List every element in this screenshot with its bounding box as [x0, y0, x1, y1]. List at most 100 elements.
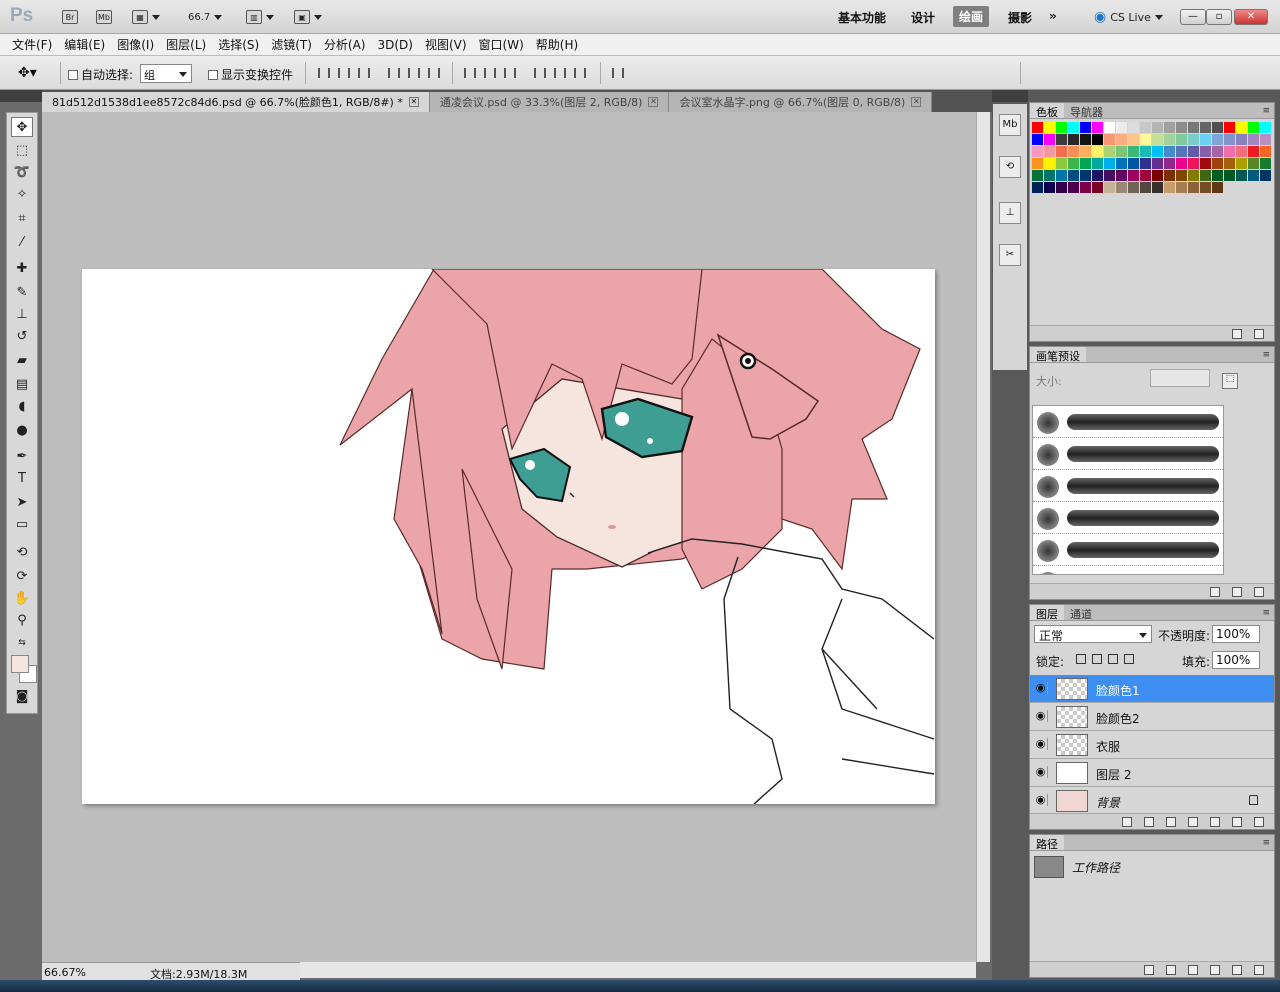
color-swatch[interactable]	[1176, 182, 1187, 193]
color-swatch[interactable]	[1068, 182, 1079, 193]
eye-icon[interactable]: ◉	[1034, 682, 1048, 694]
color-swatch[interactable]	[1212, 134, 1223, 145]
panel-menu-icon[interactable]: ≡	[1262, 608, 1270, 618]
menu-help[interactable]: 帮助(H)	[536, 36, 578, 53]
workspace-design[interactable]: 设计	[911, 9, 935, 26]
toolbox-header[interactable]	[0, 90, 42, 102]
brush-preset-item[interactable]	[1033, 406, 1223, 438]
color-swatch[interactable]	[1176, 122, 1187, 133]
color-swatch[interactable]	[1032, 134, 1043, 145]
color-swatch[interactable]	[1152, 158, 1163, 169]
color-swatch[interactable]	[1224, 170, 1235, 181]
horizontal-scrollbar[interactable]	[300, 962, 976, 978]
blend-mode-dropdown[interactable]: 正常	[1034, 625, 1152, 643]
color-swatch[interactable]	[1056, 182, 1067, 193]
color-swatch[interactable]	[1188, 182, 1199, 193]
tool-presets-panel-icon[interactable]: ✂	[999, 244, 1021, 266]
color-swatch[interactable]	[1152, 122, 1163, 133]
align-left-icon[interactable]	[388, 68, 400, 78]
color-swatch[interactable]	[1140, 170, 1151, 181]
layer-row[interactable]: ◉ 脸颜色1	[1030, 675, 1274, 703]
color-swatch[interactable]	[1152, 170, 1163, 181]
color-swatch[interactable]	[1188, 122, 1199, 133]
menu-file[interactable]: 文件(F)	[12, 36, 52, 53]
dodge-tool-icon[interactable]: ●	[11, 421, 33, 441]
color-swatch[interactable]	[1092, 170, 1103, 181]
workspace-painting[interactable]: 绘画	[953, 6, 990, 27]
color-swatch[interactable]	[1260, 170, 1271, 181]
color-swatch[interactable]	[1200, 182, 1211, 193]
color-swatch[interactable]	[1080, 146, 1091, 157]
color-swatch[interactable]	[1152, 182, 1163, 193]
brush-tool-icon[interactable]: ✎	[11, 283, 33, 303]
color-swatch[interactable]	[1176, 146, 1187, 157]
make-path-icon[interactable]	[1210, 964, 1220, 975]
tab-navigator[interactable]: 导航器	[1064, 103, 1109, 119]
distribute-hcenter-icon[interactable]	[554, 68, 566, 78]
color-swatch[interactable]	[1188, 134, 1199, 145]
align-bottom-icon[interactable]	[358, 68, 370, 78]
brush-preset-item[interactable]	[1033, 438, 1223, 470]
align-vcenter-icon[interactable]	[338, 68, 350, 78]
panel-menu-icon[interactable]: ≡	[1262, 838, 1270, 848]
color-swatch[interactable]	[1152, 146, 1163, 157]
color-swatch[interactable]	[1116, 134, 1127, 145]
color-swatch[interactable]	[1068, 122, 1079, 133]
mini-bridge-button[interactable]: Mb	[96, 8, 112, 26]
clone-source-panel-icon[interactable]: ⊥	[999, 202, 1021, 224]
color-swatch[interactable]	[1140, 146, 1151, 157]
tab-document-3[interactable]: 会议室水晶字.png @ 66.7%(图层 0, RGB/8) ✕	[669, 92, 933, 112]
color-swatch[interactable]	[1044, 158, 1055, 169]
color-swatch[interactable]	[1092, 146, 1103, 157]
color-swatch[interactable]	[1164, 170, 1175, 181]
tab-layers[interactable]: 图层	[1030, 605, 1064, 621]
color-swatch[interactable]	[1104, 158, 1115, 169]
color-swatch[interactable]	[1044, 134, 1055, 145]
brush-preset-item[interactable]	[1033, 534, 1223, 566]
new-group-icon[interactable]	[1210, 816, 1220, 827]
stroke-path-icon[interactable]	[1166, 964, 1176, 975]
brush-options-icon[interactable]: ⬚	[1222, 373, 1238, 389]
color-swatch[interactable]	[1236, 146, 1247, 157]
color-swatch[interactable]	[1092, 182, 1103, 193]
menu-image[interactable]: 图像(I)	[117, 36, 154, 53]
menu-select[interactable]: 选择(S)	[218, 36, 259, 53]
pen-tool-icon[interactable]: ✒	[11, 447, 33, 467]
trash-icon[interactable]	[1254, 328, 1264, 339]
color-swatch[interactable]	[1116, 158, 1127, 169]
eraser-tool-icon[interactable]: ▰	[11, 351, 33, 371]
layer-row[interactable]: ◉ 衣服	[1030, 731, 1274, 759]
color-swatch[interactable]	[1104, 182, 1115, 193]
close-tab-icon[interactable]: ✕	[648, 97, 659, 107]
color-swatch[interactable]	[1200, 134, 1211, 145]
workspace-photography[interactable]: 摄影	[1008, 9, 1032, 26]
history-panel-icon[interactable]: ⟲	[999, 156, 1021, 178]
color-swatch[interactable]	[1164, 158, 1175, 169]
layer-row[interactable]: ◉ 脸颜色2	[1030, 703, 1274, 731]
menu-3d[interactable]: 3D(D)	[377, 38, 412, 52]
color-swatch[interactable]	[1128, 170, 1139, 181]
swap-colors-icon[interactable]: ⇆	[11, 633, 33, 653]
zoom-tool-icon[interactable]: ⚲	[11, 611, 33, 631]
status-zoom[interactable]: 66.67%	[44, 966, 86, 979]
align-hcenter-icon[interactable]	[408, 68, 420, 78]
color-swatch[interactable]	[1260, 134, 1271, 145]
lock-image-icon[interactable]	[1092, 654, 1102, 664]
color-swatch[interactable]	[1032, 182, 1043, 193]
minimize-button[interactable]: —	[1180, 9, 1206, 25]
color-swatch[interactable]	[1236, 134, 1247, 145]
adjustment-layer-icon[interactable]	[1188, 816, 1198, 827]
3d-rotate-tool-icon[interactable]: ⟲	[11, 543, 33, 563]
color-swatch[interactable]	[1128, 146, 1139, 157]
color-swatch[interactable]	[1236, 170, 1247, 181]
trash-icon[interactable]	[1254, 586, 1264, 597]
brush-preset-item[interactable]	[1033, 566, 1223, 574]
color-swatch[interactable]	[1092, 158, 1103, 169]
menu-layer[interactable]: 图层(L)	[166, 36, 206, 53]
eye-icon[interactable]: ◉	[1034, 766, 1048, 778]
tab-channels[interactable]: 通道	[1064, 605, 1098, 621]
color-swatch[interactable]	[1128, 182, 1139, 193]
distribute-left-icon[interactable]	[534, 68, 546, 78]
color-swatch[interactable]	[1176, 134, 1187, 145]
color-swatch[interactable]	[1080, 134, 1091, 145]
